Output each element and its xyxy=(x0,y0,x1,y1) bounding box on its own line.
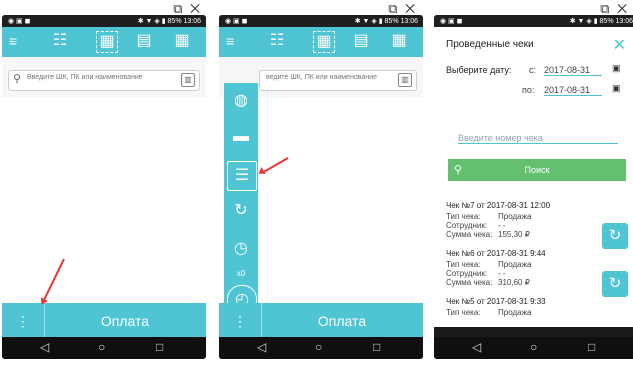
search-button-label: Поиск xyxy=(524,165,550,175)
status-right-info: ✱ ▼ ◈ ▮ 85% 13:06 xyxy=(354,18,418,25)
search-input[interactable] xyxy=(264,73,408,82)
status-left-icons: ◉ ▣ ◼ xyxy=(225,18,248,25)
bottom-bar: ⋮ Оплата xyxy=(2,303,206,339)
employee-label: Сотрудник: xyxy=(446,269,488,278)
from-date-field[interactable]: 2017-08-31 xyxy=(544,65,602,76)
back-icon[interactable]: ◁ xyxy=(40,340,49,354)
sum-value: 155,30 ₽ xyxy=(498,230,530,239)
receipt-item[interactable]: Чек №7 от 2017-08-31 12:00 Тип чека: Прод… xyxy=(446,201,622,239)
to-date-field[interactable]: 2017-08-31 xyxy=(544,85,602,96)
android-nav-bar: ◁ ○ □ xyxy=(2,337,206,359)
id-card-icon[interactable]: ▤ xyxy=(351,31,371,51)
recent-apps-icon[interactable]: □ xyxy=(588,340,595,354)
window-controls-3[interactable]: ⧉ ✕ xyxy=(600,1,629,17)
clock-square-icon[interactable]: ◷ xyxy=(227,235,255,263)
receipt-item[interactable]: Чек №6 от 2017-08-31 9:44 Тип чека: Прода… xyxy=(446,249,622,287)
receipts-dialog: Проведенные чеки ✕ Выберите дату: с: 201… xyxy=(434,27,633,327)
home-icon[interactable]: ○ xyxy=(98,340,105,354)
search-input[interactable] xyxy=(25,73,169,82)
pay-button[interactable]: Оплата xyxy=(261,303,423,339)
phone-screen-2: ◉ ▣ ◼ ✱ ▼ ◈ ▮ 85% 13:06 ≡ ☷ ▦ ▤ ▦ ▥ ◍ ▬ … xyxy=(219,15,423,359)
type-value: Продажа xyxy=(498,260,532,269)
employee-value: - - xyxy=(498,221,506,230)
list-icon[interactable]: ☰ xyxy=(227,161,257,191)
sliders-icon[interactable]: ☷ xyxy=(267,31,287,51)
receipt-item[interactable]: Чек №5 от 2017-08-31 9:33 Тип чека: Прода… xyxy=(446,297,622,325)
calendar-icon[interactable]: ▣ xyxy=(612,83,621,94)
top-toolbar: ≡ ☷ ▦ ▤ ▦ xyxy=(2,27,206,57)
sum-value: 310,60 ₽ xyxy=(498,278,530,287)
type-value: Продажа xyxy=(498,212,532,221)
android-nav-bar: ◁ ○ □ xyxy=(434,337,633,359)
clear-icon[interactable]: ▥ xyxy=(398,73,412,87)
window-controls-1[interactable]: ⧉ ✕ xyxy=(173,1,202,17)
sum-label: Сумма чека: xyxy=(446,278,493,287)
close-icon[interactable]: ✕ xyxy=(613,35,626,55)
receipt-header: Чек №7 от 2017-08-31 12:00 xyxy=(446,201,551,210)
globe-icon[interactable]: ◍ xyxy=(227,87,255,115)
search-icon: ⚲ xyxy=(13,73,22,85)
employee-value: - - xyxy=(498,269,506,278)
id-card-icon[interactable]: ▤ xyxy=(134,31,154,51)
refresh-icon[interactable]: ↻ xyxy=(227,197,255,225)
quick-actions-sidebar: ◍ ▬ ☰ ↻ ◷ x0 ◴ xyxy=(224,83,258,323)
refresh-icon[interactable]: ↻ xyxy=(602,271,628,297)
sum-label: Сумма чека: xyxy=(446,230,493,239)
type-label: Тип чека: xyxy=(446,260,481,269)
status-left-icons: ◉ ▣ ◼ xyxy=(8,18,31,25)
status-right-info: ✱ ▼ ◈ ▮ 85% 13:06 xyxy=(569,18,633,25)
top-toolbar: ≡ ☷ ▦ ▤ ▦ xyxy=(219,27,423,57)
sliders-icon[interactable]: ☷ xyxy=(50,31,70,51)
back-icon[interactable]: ◁ xyxy=(257,340,266,354)
grid-icon[interactable]: ▦ xyxy=(172,31,192,51)
phone-screen-3: ◉ ▣ ◼ ✱ ▼ ◈ ▮ 85% 13:06 Проведенные чеки… xyxy=(434,15,633,359)
select-date-label: Выберите дату: xyxy=(446,65,512,75)
calendar-icon[interactable]: ▣ xyxy=(612,63,621,74)
recent-apps-icon[interactable]: □ xyxy=(156,340,163,354)
receipt-number-input[interactable]: Введите номер чека xyxy=(458,133,618,144)
more-menu-button[interactable]: ⋮ xyxy=(219,303,262,339)
search-icon: ⚲ xyxy=(454,164,463,176)
from-label: с: xyxy=(529,65,537,75)
type-value: Продажа xyxy=(498,308,532,317)
type-label: Тип чека: xyxy=(446,212,481,221)
clear-icon[interactable]: ▥ xyxy=(181,73,195,87)
pay-button[interactable]: Оплата xyxy=(44,303,206,339)
barcode-scan-icon[interactable]: ▦ xyxy=(313,31,335,53)
back-icon[interactable]: ◁ xyxy=(472,340,481,354)
search-field[interactable]: ⚲ ▥ xyxy=(8,70,200,91)
phone-screen-1: ◉ ▣ ◼ ✱ ▼ ◈ ▮ 85% 13:06 ≡ ☷ ▦ ▤ ▦ ⚲ ▥ ⋮ … xyxy=(2,15,206,359)
to-label: по: xyxy=(522,85,535,95)
receipt-header: Чек №5 от 2017-08-31 9:33 xyxy=(446,297,546,306)
more-menu-button[interactable]: ⋮ xyxy=(2,303,45,339)
status-left-icons: ◉ ▣ ◼ xyxy=(440,18,463,25)
multiplier-label: x0 xyxy=(236,269,246,278)
employee-label: Сотрудник: xyxy=(446,221,488,230)
window-controls-2[interactable]: ⧉ ✕ xyxy=(388,1,417,17)
receipt-header: Чек №6 от 2017-08-31 9:44 xyxy=(446,249,546,258)
refresh-icon[interactable]: ↻ xyxy=(602,223,628,249)
home-icon[interactable]: ○ xyxy=(315,340,322,354)
hamburger-menu-icon[interactable]: ≡ xyxy=(9,33,17,49)
recent-apps-icon[interactable]: □ xyxy=(373,340,380,354)
trash-icon[interactable]: ▬ xyxy=(227,123,255,151)
android-nav-bar: ◁ ○ □ xyxy=(219,337,423,359)
search-button[interactable]: ⚲ Поиск xyxy=(448,159,626,181)
cart-list xyxy=(2,97,206,303)
grid-icon[interactable]: ▦ xyxy=(389,31,409,51)
work-area xyxy=(2,57,206,303)
home-icon[interactable]: ○ xyxy=(530,340,537,354)
dialog-title: Проведенные чеки xyxy=(446,39,534,50)
search-field[interactable]: ▥ xyxy=(259,70,417,91)
hamburger-menu-icon[interactable]: ≡ xyxy=(226,33,234,49)
barcode-scan-icon[interactable]: ▦ xyxy=(96,31,118,53)
type-label: Тип чека: xyxy=(446,308,481,317)
bottom-bar: ⋮ Оплата xyxy=(219,303,423,339)
status-right-info: ✱ ▼ ◈ ▮ 85% 13:06 xyxy=(137,18,201,25)
